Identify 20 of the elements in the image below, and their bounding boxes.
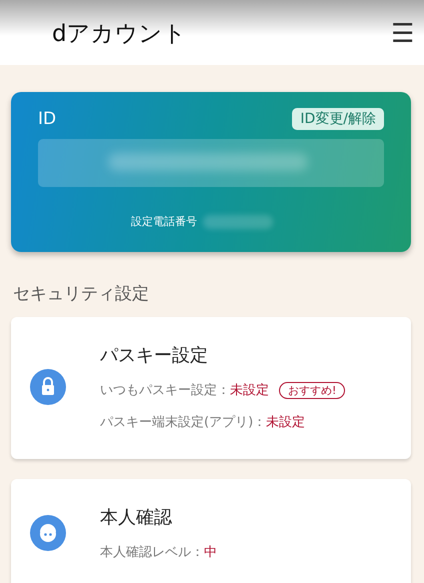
lock-icon <box>30 369 66 405</box>
masked-phone-value <box>203 214 273 228</box>
face-icon <box>30 515 66 551</box>
phone-label: 設定電話番号 <box>131 214 197 229</box>
settings-card[interactable]: パスキー設定 いつもパスキー設定：未設定 おすすめ! パスキー端末設定(アプリ)：未設定 <box>11 317 411 459</box>
recommend-badge: おすすめ! <box>279 382 346 398</box>
section-title: セキュリティ設定 <box>13 283 150 305</box>
setting-label: いつもパスキー設定： <box>100 382 230 399</box>
id-label: ID <box>38 109 56 129</box>
card-title: 本人確認 <box>100 506 173 529</box>
card-title: パスキー設定 <box>100 344 209 367</box>
setting-status: 未設定 <box>266 414 306 431</box>
id-change-button[interactable]: ID変更/解除 <box>292 108 384 130</box>
setting-status: 中 <box>204 544 217 561</box>
setting-status: 未設定 <box>230 382 269 399</box>
setting-label: パスキー端末設定(アプリ)： <box>100 414 266 431</box>
settings-card[interactable]: 本人確認 本人確認レベル：中 <box>11 479 411 583</box>
app-title: dアカウント <box>52 20 187 49</box>
menu-button[interactable]: ☰ <box>391 20 414 46</box>
setting-label: 本人確認レベル： <box>100 544 204 561</box>
